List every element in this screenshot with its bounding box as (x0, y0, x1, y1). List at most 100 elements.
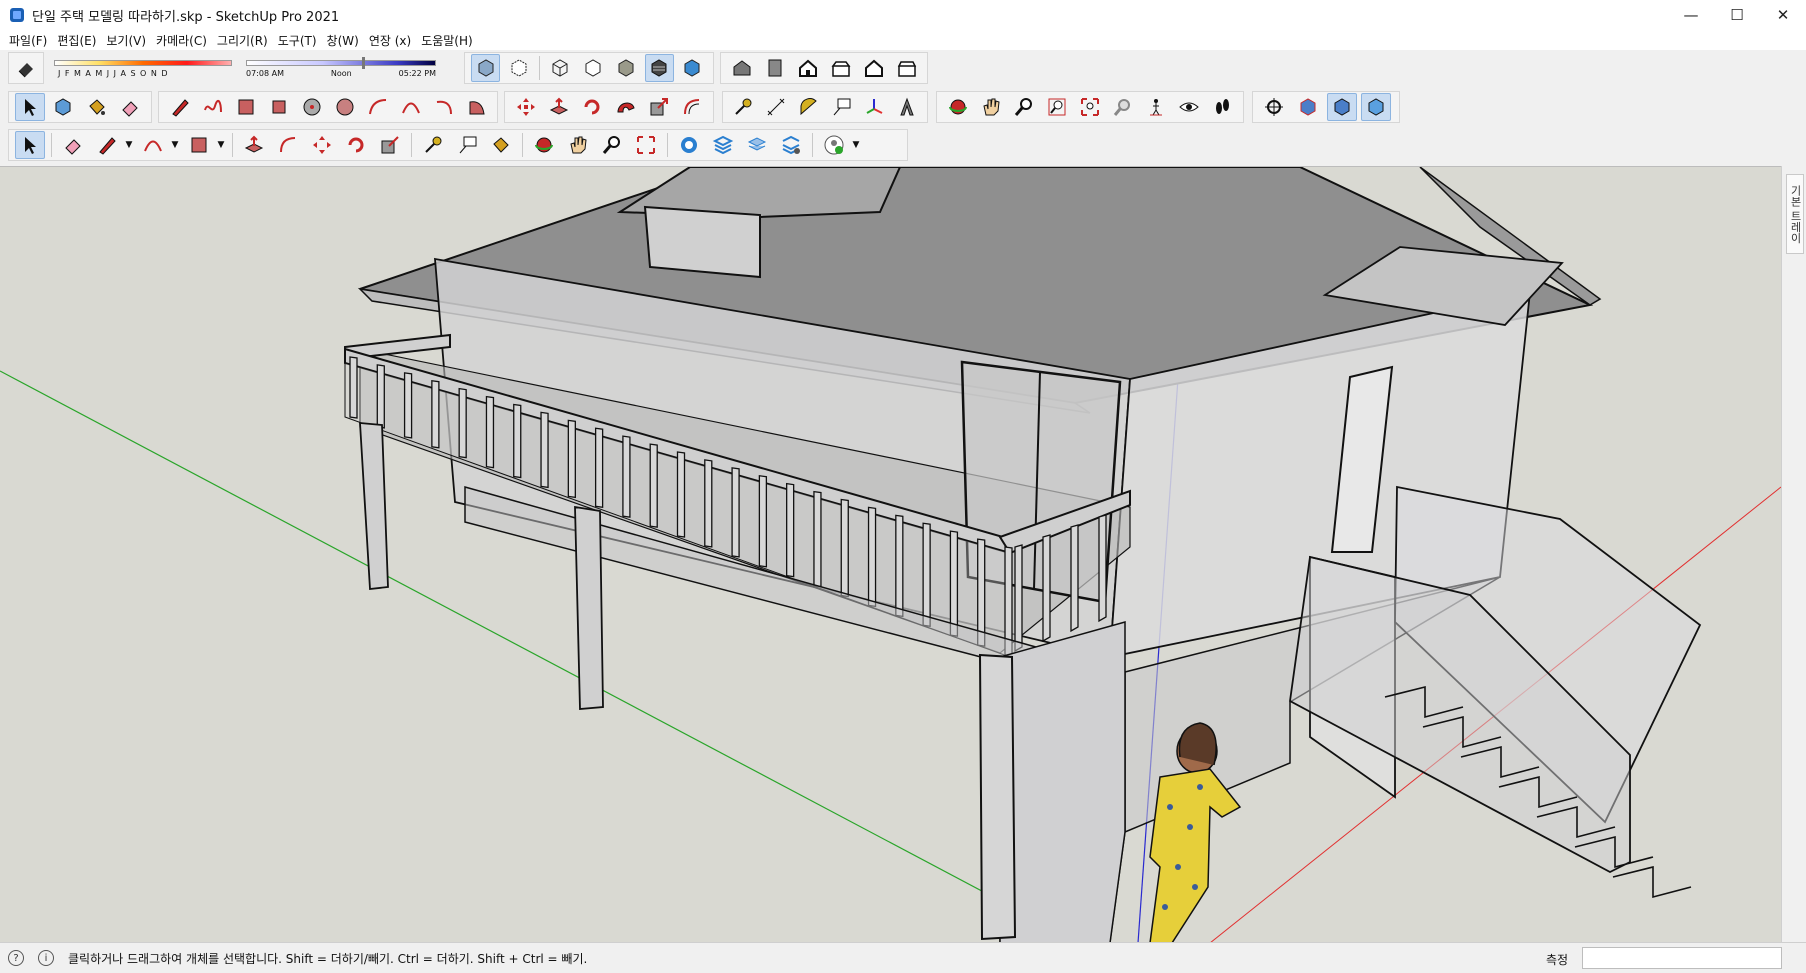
orbit-tool-button[interactable] (943, 93, 972, 121)
eraser-button-2[interactable] (58, 131, 88, 159)
info-icon[interactable]: i (38, 950, 54, 966)
maximize-button[interactable]: ☐ (1714, 0, 1760, 30)
xray-button[interactable] (471, 54, 501, 82)
right-view-button[interactable] (826, 54, 855, 82)
pan-tool-button[interactable] (976, 93, 1005, 121)
extension-warehouse-button[interactable] (708, 131, 738, 159)
menu-view[interactable]: 보기(V) (101, 32, 151, 49)
axes-tool-button[interactable] (860, 93, 889, 121)
line-button-2[interactable] (92, 131, 122, 159)
freehand-tool-button[interactable] (198, 93, 227, 121)
rotate-button-2[interactable] (341, 131, 371, 159)
shaded-button[interactable] (612, 54, 641, 82)
shadow-time-slider[interactable]: 07:08 AM Noon 05:22 PM (246, 53, 436, 83)
eraser-tool-button[interactable] (15, 54, 37, 82)
menu-help[interactable]: 도움말(H) (416, 32, 478, 49)
look-around-button[interactable] (1175, 93, 1204, 121)
scale-tool-button[interactable] (644, 93, 673, 121)
zoom-button-2[interactable] (597, 131, 627, 159)
time-slider-thumb[interactable] (362, 57, 365, 69)
push-pull-button[interactable] (544, 93, 573, 121)
text-button-2[interactable] (452, 131, 482, 159)
arc-button-2[interactable] (138, 131, 168, 159)
rectangle-tool-button[interactable] (231, 93, 260, 121)
back-view-button[interactable] (859, 54, 888, 82)
front-view-button[interactable] (793, 54, 822, 82)
extension-manager-button[interactable] (776, 131, 806, 159)
arc-dropdown-arrow[interactable]: ▼ (170, 131, 180, 159)
two-point-arc-button[interactable] (396, 93, 425, 121)
push-pull-button-2[interactable] (239, 131, 269, 159)
default-tray-tab[interactable]: 기본 트레이 (1786, 174, 1804, 254)
section-plane-button[interactable] (1259, 93, 1289, 121)
display-section-fill-button[interactable] (1361, 93, 1391, 121)
dimension-tool-button[interactable] (762, 93, 791, 121)
account-dropdown-arrow[interactable]: ▼ (851, 131, 861, 159)
pie-tool-button[interactable] (462, 93, 491, 121)
pan-button-2[interactable] (563, 131, 593, 159)
3d-text-button[interactable] (892, 93, 921, 121)
measurements-input[interactable] (1582, 947, 1782, 969)
menu-file[interactable]: 파일(F) (4, 32, 52, 49)
line-dropdown-arrow[interactable]: ▼ (124, 131, 134, 159)
back-edges-button[interactable] (504, 54, 533, 82)
polygon-tool-button[interactable] (330, 93, 359, 121)
rotated-rectangle-button[interactable] (264, 93, 293, 121)
arc-tool-button[interactable] (363, 93, 392, 121)
walk-tool-button[interactable] (1208, 93, 1237, 121)
position-camera-button[interactable] (1142, 93, 1171, 121)
make-component-button[interactable] (49, 93, 78, 121)
offset-button-2[interactable] (273, 131, 303, 159)
close-button[interactable]: ✕ (1760, 0, 1806, 30)
protractor-button[interactable] (794, 93, 823, 121)
hidden-line-button[interactable] (579, 54, 608, 82)
display-section-cuts-button[interactable] (1327, 93, 1357, 121)
menu-tools[interactable]: 도구(T) (273, 32, 322, 49)
top-view-button[interactable] (760, 54, 789, 82)
left-view-button[interactable] (892, 54, 921, 82)
scale-button-2[interactable] (375, 131, 405, 159)
wireframe-button[interactable] (546, 54, 575, 82)
tape-measure-button[interactable] (729, 93, 758, 121)
zoom-extents-button[interactable] (1075, 93, 1104, 121)
house-model-scene[interactable] (0, 167, 1781, 942)
zoom-extents-button-2[interactable] (631, 131, 661, 159)
monochrome-button[interactable] (678, 54, 707, 82)
help-icon[interactable]: ? (8, 950, 24, 966)
shapes-dropdown-arrow[interactable]: ▼ (216, 131, 226, 159)
line-tool-button[interactable] (165, 93, 194, 121)
dormer-window[interactable] (643, 205, 761, 279)
paint-bucket-button-2[interactable] (486, 131, 516, 159)
orbit-button-2[interactable] (529, 131, 559, 159)
tape-measure-button-2[interactable] (418, 131, 448, 159)
circle-tool-button[interactable] (297, 93, 326, 121)
menu-window[interactable]: 창(W) (322, 32, 364, 49)
paint-bucket-button[interactable] (82, 93, 111, 121)
menu-extensions[interactable]: 연장 (x) (364, 32, 416, 49)
move-tool-button[interactable] (511, 93, 540, 121)
rotate-tool-button[interactable] (578, 93, 607, 121)
menu-draw[interactable]: 그리기(R) (212, 32, 273, 49)
shadow-month-slider[interactable]: J F M A M J J A S O N D (52, 53, 232, 83)
move-button-2[interactable] (307, 131, 337, 159)
menu-camera[interactable]: 카메라(C) (151, 32, 212, 49)
follow-me-button[interactable] (611, 93, 640, 121)
offset-tool-button[interactable] (678, 93, 707, 121)
warehouse-button[interactable] (674, 131, 704, 159)
text-tool-button[interactable] (827, 93, 856, 121)
menu-edit[interactable]: 편집(E) (52, 32, 101, 49)
select-button-2[interactable] (15, 131, 45, 159)
shaded-textures-button[interactable] (644, 54, 674, 82)
select-tool-button[interactable] (15, 93, 45, 121)
minimize-button[interactable]: — (1668, 0, 1714, 30)
display-section-planes-button[interactable] (1293, 93, 1323, 121)
eraser-button[interactable] (116, 93, 145, 121)
zoom-window-button[interactable] (1042, 93, 1071, 121)
layout-button[interactable] (742, 131, 772, 159)
shapes-button-2[interactable] (184, 131, 214, 159)
three-point-arc-button[interactable] (429, 93, 458, 121)
iso-view-button[interactable] (727, 54, 756, 82)
previous-view-button[interactable] (1109, 93, 1138, 121)
zoom-tool-button[interactable] (1009, 93, 1038, 121)
account-button[interactable] (819, 131, 849, 159)
